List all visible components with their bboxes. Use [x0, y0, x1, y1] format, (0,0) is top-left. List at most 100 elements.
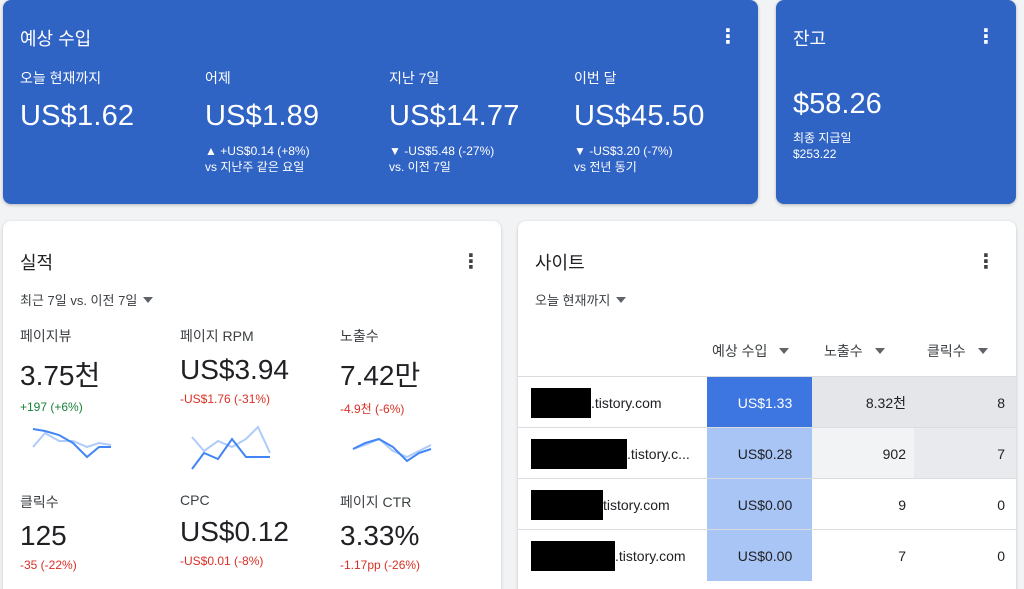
metric-compare: vs 지난주 같은 요일	[205, 160, 305, 174]
impressions-sparkline	[352, 437, 432, 463]
arrow-drop-down-icon	[779, 348, 790, 354]
site-name-cell: .tistory.com	[531, 377, 706, 428]
sites-title: 사이트	[535, 253, 585, 273]
metric-change: +197 (+6%)	[20, 400, 83, 414]
performance-card: 실적 ⋮ 최근 7일 vs. 이전 7일 페이지뷰 3.75천 +197 (+6…	[3, 221, 501, 589]
metric-label: 어제	[205, 70, 231, 86]
impressions-cell: 7	[812, 530, 914, 581]
last-payment-label: 최종 지급일	[793, 131, 852, 145]
earnings-metric-last-7-days[interactable]: 지난 7일 US$14.77 ▼ -US$5.48 (-27%) vs. 이전 …	[389, 68, 569, 175]
arrow-drop-down-icon	[143, 296, 154, 303]
metric-label: CPC	[180, 492, 210, 508]
site-name: tistory.com	[603, 496, 670, 513]
earnings-metric-this-month[interactable]: 이번 달 US$45.50 ▼ -US$3.20 (-7%) vs 전년 동기	[574, 68, 754, 175]
metric-value: US$1.62	[20, 100, 135, 132]
column-label: 예상 수입	[712, 343, 768, 359]
clicks-cell: 0	[914, 530, 1016, 581]
column-header-earnings[interactable]: 예상 수입	[712, 341, 790, 361]
arrow-drop-down-icon	[977, 348, 988, 354]
balance-card: 잔고 ⋮ $58.26 최종 지급일 $253.22	[776, 0, 1016, 204]
column-header-clicks[interactable]: 클릭수	[927, 341, 988, 361]
metric-change: -1.17pp (-26%)	[340, 558, 421, 572]
redacted-block	[531, 540, 615, 571]
metric-value: US$14.77	[389, 100, 520, 132]
redacted-block	[531, 438, 627, 469]
column-label: 클릭수	[927, 343, 966, 359]
perf-metric-clicks[interactable]: 클릭수 125 -35 (-22%)	[20, 492, 170, 572]
clicks-cell: 0	[914, 479, 1016, 530]
metric-label: 페이지뷰	[20, 328, 72, 344]
table-row[interactable]: .tistory.com US$0.00 7 0	[518, 529, 1016, 581]
clicks-cell: 8	[914, 377, 1016, 428]
last-payment-value: $253.22	[793, 147, 837, 161]
impressions-cell: 902	[812, 428, 914, 479]
metric-value: US$3.94	[180, 354, 289, 385]
site-name: .tistory.c...	[627, 445, 690, 462]
perf-metric-page-ctr[interactable]: 페이지 CTR 3.33% -1.17pp (-26%)	[340, 492, 490, 572]
site-name-cell: .tistory.com	[531, 530, 706, 581]
metric-value: 3.75천	[20, 360, 101, 391]
site-name: .tistory.com	[591, 394, 662, 411]
metric-compare: vs 전년 동기	[574, 160, 637, 174]
sites-card: 사이트 ⋮ 오늘 현재까지 예상 수입 노출수 클릭수 .tistory.com…	[518, 221, 1016, 589]
sparkline-previous	[352, 437, 432, 459]
range-label: 최근 7일 vs. 이전 7일	[20, 293, 138, 308]
estimated-earnings-card: 예상 수입 ⋮ 오늘 현재까지 US$1.62 어제 US$1.89 ▲ +US…	[3, 0, 758, 204]
metric-label: 이번 달	[574, 70, 617, 86]
metric-label: 클릭수	[20, 494, 59, 510]
earnings-metric-today[interactable]: 오늘 현재까지 US$1.62	[20, 68, 200, 133]
metric-change: -US$0.01 (-8%)	[180, 554, 264, 568]
metric-compare: vs. 이전 7일	[389, 160, 451, 174]
earnings-cell: US$0.00	[707, 479, 823, 530]
metric-label: 페이지 CTR	[340, 494, 412, 510]
earnings-title: 예상 수입	[20, 29, 92, 49]
perf-metric-page-rpm[interactable]: 페이지 RPM US$3.94 -US$1.76 (-31%)	[180, 326, 330, 406]
table-row[interactable]: .tistory.c... US$0.28 902 7	[518, 427, 1016, 479]
site-name-cell: .tistory.c...	[531, 428, 706, 479]
column-header-impressions[interactable]: 노출수	[824, 341, 885, 361]
clicks-cell: 7	[914, 428, 1016, 479]
balance-value: $58.26	[793, 88, 882, 120]
more-vert-icon[interactable]: ⋮	[716, 24, 740, 48]
site-name-cell: tistory.com	[531, 479, 706, 530]
perf-metric-impressions[interactable]: 노출수 7.42만 -4.9천 (-6%)	[340, 326, 490, 417]
more-vert-icon[interactable]: ⋮	[974, 24, 998, 48]
perf-metric-pageviews[interactable]: 페이지뷰 3.75천 +197 (+6%)	[20, 326, 170, 414]
impressions-cell: 8.32천	[812, 377, 914, 428]
sites-range-dropdown[interactable]: 오늘 현재까지	[535, 290, 627, 309]
more-vert-icon[interactable]: ⋮	[459, 249, 483, 273]
earnings-cell: US$0.00	[707, 530, 823, 581]
performance-range-dropdown[interactable]: 최근 7일 vs. 이전 7일	[20, 290, 154, 309]
metric-value: US$1.89	[205, 100, 320, 132]
pageviews-sparkline	[32, 428, 112, 459]
table-row[interactable]: tistory.com US$0.00 9 0	[518, 478, 1016, 530]
metric-change: -35 (-22%)	[20, 558, 77, 572]
metric-change: ▼ -US$3.20 (-7%)	[574, 144, 673, 158]
metric-value: 3.33%	[340, 520, 420, 551]
metric-value: US$45.50	[574, 100, 705, 132]
balance-title: 잔고	[793, 29, 827, 49]
column-label: 노출수	[824, 343, 863, 359]
page-rpm-sparkline	[191, 425, 271, 470]
site-name: .tistory.com	[615, 547, 686, 564]
arrow-drop-down-icon	[874, 348, 885, 354]
sparkline-current	[191, 437, 270, 470]
range-label: 오늘 현재까지	[535, 293, 611, 308]
sparkline-previous	[32, 431, 112, 449]
metric-change: -US$1.76 (-31%)	[180, 392, 271, 406]
metric-label: 지난 7일	[389, 70, 440, 86]
metric-label: 페이지 RPM	[180, 328, 254, 344]
impressions-cell: 9	[812, 479, 914, 530]
perf-metric-cpc[interactable]: CPC US$0.12 -US$0.01 (-8%)	[180, 492, 330, 568]
metric-label: 노출수	[340, 328, 379, 344]
performance-title: 실적	[20, 253, 54, 273]
metric-change: ▲ +US$0.14 (+8%)	[205, 144, 310, 158]
more-vert-icon[interactable]: ⋮	[974, 249, 998, 273]
earnings-cell: US$1.33	[707, 377, 823, 428]
metric-value: 125	[20, 520, 67, 551]
redacted-block	[531, 489, 603, 520]
earnings-metric-yesterday[interactable]: 어제 US$1.89 ▲ +US$0.14 (+8%) vs 지난주 같은 요일	[205, 68, 385, 175]
metric-change: -4.9천 (-6%)	[340, 402, 405, 416]
table-row[interactable]: .tistory.com US$1.33 8.32천 8	[518, 376, 1016, 428]
arrow-drop-down-icon	[616, 296, 627, 303]
